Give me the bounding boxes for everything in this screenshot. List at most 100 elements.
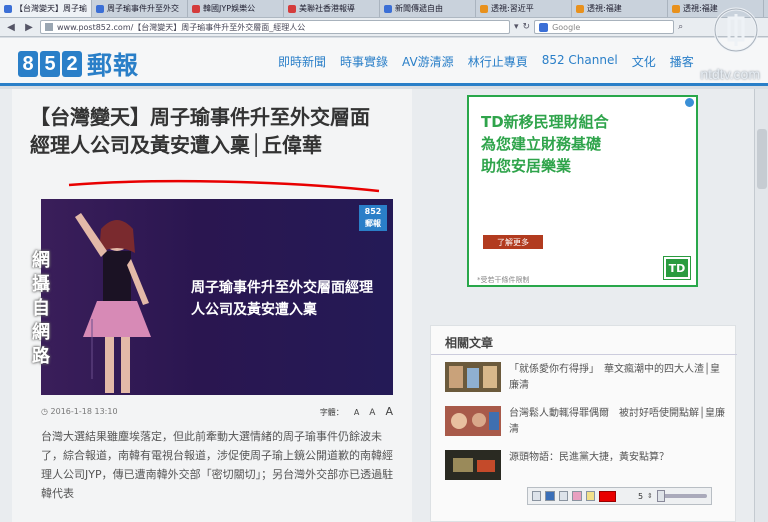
browser-tab[interactable]: 美聯社香港報導 — [284, 0, 380, 17]
ad-fine-print: *受若干條件限制 — [477, 276, 530, 284]
logo-digit: 8 — [18, 51, 38, 77]
tab-label: 韓國JYP娛樂公 — [203, 4, 256, 13]
font-size-medium[interactable]: A — [369, 408, 375, 418]
logo-text: 郵報 — [87, 51, 140, 80]
search-icon[interactable]: ⌕ — [678, 22, 683, 32]
browser-tab[interactable]: 周子瑜事件升至外交 — [92, 0, 188, 17]
browser-tab[interactable]: 透視:習近平 — [476, 0, 572, 17]
screen-icon[interactable] — [558, 491, 569, 501]
reload-icon[interactable]: ↻ — [523, 22, 531, 32]
vertical-scrollbar[interactable] — [754, 89, 768, 522]
related-thumbnail — [445, 450, 501, 480]
article-column: 【台灣變天】周子瑜事件升至外交層面 經理人公司及黃安遭入稟│丘偉華 周子瑜事件升… — [12, 89, 412, 522]
related-divider — [431, 354, 737, 355]
nav-item-column[interactable]: 林行止專頁 — [468, 53, 528, 70]
hero-watermark-logo: 852 郵報 — [359, 205, 387, 231]
related-item-title: 台灣鬆人動輒得罪偶爾 被討好唔使開點解│皇廉清 — [509, 408, 726, 435]
performer-figure — [75, 213, 151, 393]
tab-favicon-icon — [96, 4, 104, 13]
tab-label: 【台灣變天】周子瑜 — [15, 4, 87, 13]
pen-width-slider[interactable] — [656, 490, 708, 502]
slider-knob[interactable] — [656, 490, 665, 502]
ad-choices-icon[interactable] — [685, 98, 694, 107]
page-content: 【台灣變天】周子瑜事件升至外交層面 經理人公司及黃安遭入稟│丘偉華 周子瑜事件升… — [0, 89, 768, 522]
tab-favicon-icon — [576, 4, 584, 13]
ad-line: 為您建立財務基礎 — [481, 135, 602, 153]
annotation-underline — [68, 179, 380, 193]
site-header: 8 5 2 郵報 即時新聞 時事實錄 AV游清源 林行止專頁 852 Chann… — [0, 38, 768, 86]
related-title: 相關文章 — [445, 336, 494, 350]
date-text: 2016-1-18 13:10 — [50, 407, 118, 416]
tab-label: 新聞傳遞自由 — [395, 4, 443, 13]
address-bar[interactable]: www.post852.com/【台灣變天】周子瑜事件升至外交層面_經理人公 — [40, 20, 510, 34]
search-placeholder: Google — [552, 22, 581, 32]
hero-logo-bottom: 郵報 — [365, 219, 381, 228]
nav-item-podcast[interactable]: 播客 — [670, 53, 694, 70]
hero-logo-top: 852 — [364, 207, 382, 216]
font-size-label: 字體： — [319, 408, 344, 417]
browser-tab[interactable]: 透視:福建 — [572, 0, 668, 17]
forward-icon[interactable]: ▶ — [22, 20, 36, 34]
td-logo: TD — [663, 256, 691, 280]
pen-width-value: 5 — [637, 491, 644, 501]
tab-label: 透視:習近平 — [491, 4, 534, 13]
site-logo[interactable]: 8 5 2 郵報 — [18, 46, 139, 82]
nav-item-culture[interactable]: 文化 — [632, 53, 656, 70]
nav-item-av[interactable]: AV游清源 — [402, 53, 454, 70]
tab-favicon-icon — [384, 4, 392, 13]
save-icon[interactable] — [545, 491, 555, 501]
tab-favicon-icon — [672, 4, 680, 13]
address-text: www.post852.com/【台灣變天】周子瑜事件升至外交層面_經理人公 — [57, 22, 306, 32]
page-icon — [45, 23, 53, 31]
tab-favicon-icon — [4, 4, 12, 13]
ad-line: TD新移民理財組合 — [481, 113, 609, 131]
back-icon[interactable]: ◀ — [4, 20, 18, 34]
scrollbar-thumb[interactable] — [757, 129, 767, 189]
new-page-icon[interactable] — [532, 491, 542, 501]
ad-line: 助您安居樂業 — [481, 157, 572, 175]
article-headline: 【台灣變天】周子瑜事件升至外交層面 經理人公司及黃安遭入稟│丘偉華 — [30, 105, 390, 157]
font-size-controls: 字體： A A A — [320, 405, 393, 418]
ad-learn-more-button[interactable]: 了解更多 — [483, 235, 543, 249]
browser-nav-bar: ◀ ▶ www.post852.com/【台灣變天】周子瑜事件升至外交層面_經理… — [0, 18, 768, 37]
tab-label: 透視:福建 — [587, 4, 622, 13]
side-overlay-text: 網攝自網路 — [32, 250, 50, 367]
browser-tab[interactable]: 新聞傳遞自由 — [380, 0, 476, 17]
td-advertisement[interactable]: TD新移民理財組合 為您建立財務基礎 助您安居樂業 了解更多 *受若干條件限制 … — [467, 95, 698, 287]
logo-digit: 5 — [40, 51, 60, 77]
related-item[interactable]: 「就係愛你冇得掙」 華文瘋潮中的四大人渣│皇廉清 — [445, 362, 730, 396]
tab-label: 周子瑜事件升至外交 — [107, 4, 179, 13]
search-box[interactable]: Google — [534, 20, 675, 34]
pen-width-stepper[interactable]: ⇕ — [647, 492, 653, 500]
nav-item-channel[interactable]: 852 Channel — [542, 53, 618, 70]
font-size-small[interactable]: A — [354, 408, 359, 417]
browser-tab[interactable]: 【台灣變天】周子瑜 — [0, 0, 92, 17]
tab-favicon-icon — [288, 4, 296, 13]
article-body: 台灣大選結果雖塵埃落定，但此前牽動大選情緒的周子瑜事件仍餘波未了，綜合報道，南韓… — [41, 430, 394, 500]
search-engine-icon — [539, 22, 549, 32]
related-item[interactable]: 台灣鬆人動輒得罪偶爾 被討好唔使開點解│皇廉清 — [445, 406, 730, 440]
pen-color-swatch[interactable] — [599, 490, 616, 502]
article-date: ◷ 2016-1-18 13:10 — [41, 407, 118, 416]
watermark-text: ntdtv.com — [700, 66, 760, 82]
annotation-toolbar: 5 ⇕ — [527, 487, 712, 505]
article-meta: ◷ 2016-1-18 13:10 字體： A A A — [41, 405, 393, 418]
ntdtv-watermark-logo — [713, 7, 759, 53]
font-size-large[interactable]: A — [385, 405, 393, 418]
related-thumbnail — [445, 406, 501, 436]
hero-caption: 周子瑜事件升至外交層面經理人公司及黃安遭入稟 — [191, 280, 373, 318]
nav-item-breaking[interactable]: 即時新聞 — [278, 53, 326, 70]
ad-headline: TD新移民理財組合 為您建立財務基礎 助您安居樂業 — [481, 111, 609, 177]
main-nav: 即時新聞 時事實錄 AV游清源 林行止專頁 852 Channel 文化 播客 — [278, 53, 694, 70]
logo-digit: 2 — [62, 51, 82, 77]
eraser-icon[interactable] — [572, 491, 582, 501]
dropdown-icon[interactable]: ▾ — [514, 22, 519, 32]
related-item[interactable]: 源頭物語：民進黨大捷，黃安點算？ — [445, 450, 730, 484]
article-hero-image: 周子瑜事件升至外交層面經理人公司及黃安遭入稟 852 郵報 — [41, 199, 393, 395]
related-item-title: 「就係愛你冇得掙」 華文瘋潮中的四大人渣│皇廉清 — [509, 364, 721, 391]
nav-item-current-affairs[interactable]: 時事實錄 — [340, 53, 388, 70]
pen-icon[interactable] — [585, 491, 596, 501]
tab-favicon-icon — [480, 4, 488, 13]
tab-favicon-icon — [192, 4, 200, 13]
browser-tab[interactable]: 韓國JYP娛樂公 — [188, 0, 284, 17]
